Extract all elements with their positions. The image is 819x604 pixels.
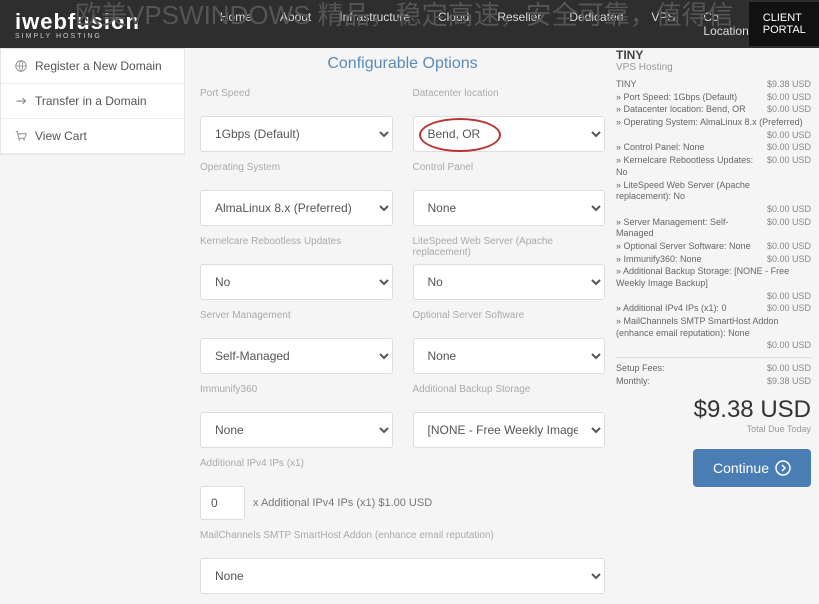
summary-title: TINY	[616, 48, 811, 62]
immunify-label: Immunify360	[200, 384, 393, 408]
summary-line-price: $0.00 USD	[767, 217, 811, 240]
nav-dedicated[interactable]: Dedicated	[569, 10, 623, 38]
summary-line-label	[616, 291, 767, 303]
summary-line-label	[616, 130, 767, 142]
summary-line-label: » LiteSpeed Web Server (Apache replaceme…	[616, 180, 811, 203]
top-nav: iwebfusion SIMPLY HOSTING Home About Inf…	[0, 0, 819, 48]
summary-line-price: $0.00 USD	[767, 104, 811, 116]
control-panel-select[interactable]: None	[413, 190, 606, 226]
ipv4-label: Additional IPv4 IPs (x1)	[200, 458, 605, 482]
mailchannels-select[interactable]: None	[200, 558, 605, 594]
kernelcare-label: Kernelcare Rebootless Updates	[200, 236, 393, 260]
summary-line-label: » Optional Server Software: None	[616, 241, 767, 253]
backup-label: Additional Backup Storage	[413, 384, 606, 408]
immunify-select[interactable]: None	[200, 412, 393, 448]
summary-line-label: » Server Management: Self-Managed	[616, 217, 767, 240]
summary-line-price: $0.00 USD	[767, 340, 811, 352]
nav-vps[interactable]: VPS	[651, 10, 675, 38]
summary-line-label	[616, 204, 767, 216]
sidebar: Register a New Domain Transfer in a Doma…	[0, 48, 185, 155]
summary-line-label	[616, 340, 767, 352]
main-content: Configurable Options Port Speed 1Gbps (D…	[200, 55, 605, 604]
datacenter-highlight: Bend, OR	[413, 116, 606, 152]
ipv4-input[interactable]	[200, 486, 245, 520]
os-select[interactable]: AlmaLinux 8.x (Preferred)	[200, 190, 393, 226]
setup-fees-value: $0.00 USD	[767, 363, 811, 375]
summary-line-label: » Datacenter location: Bend, OR	[616, 104, 767, 116]
ipv4-suffix: x Additional IPv4 IPs (x1) $1.00 USD	[253, 497, 432, 509]
sidebar-register-domain[interactable]: Register a New Domain	[1, 49, 184, 84]
kernelcare-select[interactable]: No	[200, 264, 393, 300]
backup-select[interactable]: [NONE - Free Weekly Image	[413, 412, 606, 448]
sidebar-transfer-label: Transfer in a Domain	[35, 94, 147, 108]
page-title: Configurable Options	[200, 55, 605, 73]
port-speed-select[interactable]: 1Gbps (Default)	[200, 116, 393, 152]
client-portal-button[interactable]: CLIENT PORTAL	[749, 2, 819, 46]
continue-label: Continue	[713, 460, 769, 476]
datacenter-select[interactable]: Bend, OR	[413, 116, 606, 152]
summary-subtitle: VPS Hosting	[616, 62, 811, 73]
server-mgmt-select[interactable]: Self-Managed	[200, 338, 393, 374]
summary-line-label: TINY	[616, 79, 767, 91]
summary-line-price: $0.00 USD	[767, 92, 811, 104]
summary-line-price: $0.00 USD	[767, 142, 811, 154]
nav-items: Home About Infrastructure Cloud Reseller…	[220, 10, 749, 38]
continue-button[interactable]: Continue	[693, 449, 811, 487]
summary-line-label: » MailChannels SMTP SmartHost Addon (enh…	[616, 316, 811, 339]
monthly-value: $9.38 USD	[767, 376, 811, 388]
summary-line-label: » Kernelcare Rebootless Updates: No	[616, 155, 767, 178]
order-summary: TINY VPS Hosting TINY$9.38 USD» Port Spe…	[616, 48, 811, 487]
monthly-label: Monthly:	[616, 376, 767, 388]
divider	[616, 357, 811, 358]
summary-line-price: $0.00 USD	[767, 130, 811, 142]
summary-line-price: $0.00 USD	[767, 291, 811, 303]
logo-main: iwebfusion	[15, 9, 140, 34]
globe-icon	[15, 60, 27, 72]
sidebar-transfer-domain[interactable]: Transfer in a Domain	[1, 84, 184, 119]
datacenter-label: Datacenter location	[413, 88, 606, 112]
summary-line-price: $0.00 USD	[767, 303, 811, 315]
summary-line-price: $0.00 USD	[767, 254, 811, 266]
arrow-right-circle-icon	[775, 460, 791, 476]
nav-infrastructure[interactable]: Infrastructure	[339, 10, 410, 38]
total-due: $9.38 USD	[616, 396, 811, 424]
share-icon	[15, 95, 27, 107]
summary-line-price: $0.00 USD	[767, 204, 811, 216]
setup-fees-label: Setup Fees:	[616, 363, 767, 375]
sidebar-cart-label: View Cart	[35, 129, 87, 143]
litespeed-label: LiteSpeed Web Server (Apache replacement…	[413, 236, 606, 260]
logo[interactable]: iwebfusion SIMPLY HOSTING	[15, 9, 140, 40]
summary-line-label: » Operating System: AlmaLinux 8.x (Prefe…	[616, 117, 811, 129]
summary-line-label: » Control Panel: None	[616, 142, 767, 154]
sidebar-register-label: Register a New Domain	[35, 59, 162, 73]
nav-home[interactable]: Home	[220, 10, 252, 38]
opt-server-select[interactable]: None	[413, 338, 606, 374]
nav-about[interactable]: About	[280, 10, 311, 38]
summary-line-price: $0.00 USD	[767, 241, 811, 253]
mailchannels-label: MailChannels SMTP SmartHost Addon (enhan…	[200, 530, 605, 554]
sidebar-view-cart[interactable]: View Cart	[1, 119, 184, 154]
summary-line-label: » Immunify360: None	[616, 254, 767, 266]
summary-line-label: » Port Speed: 1Gbps (Default)	[616, 92, 767, 104]
opt-server-label: Optional Server Software	[413, 310, 606, 334]
os-label: Operating System	[200, 162, 393, 186]
total-due-sub: Total Due Today	[616, 424, 811, 434]
litespeed-select[interactable]: No	[413, 264, 606, 300]
summary-line-price: $9.38 USD	[767, 79, 811, 91]
summary-line-label: » Additional Backup Storage: [NONE - Fre…	[616, 266, 811, 289]
control-panel-label: Control Panel	[413, 162, 606, 186]
cart-icon	[15, 130, 27, 142]
summary-line-label: » Additional IPv4 IPs (x1): 0	[616, 303, 767, 315]
nav-colocation[interactable]: Co-Location	[703, 10, 748, 38]
nav-cloud[interactable]: Cloud	[438, 10, 469, 38]
nav-reseller[interactable]: Reseller	[497, 10, 541, 38]
summary-line-price: $0.00 USD	[767, 155, 811, 178]
server-mgmt-label: Server Management	[200, 310, 393, 334]
port-speed-label: Port Speed	[200, 88, 393, 112]
